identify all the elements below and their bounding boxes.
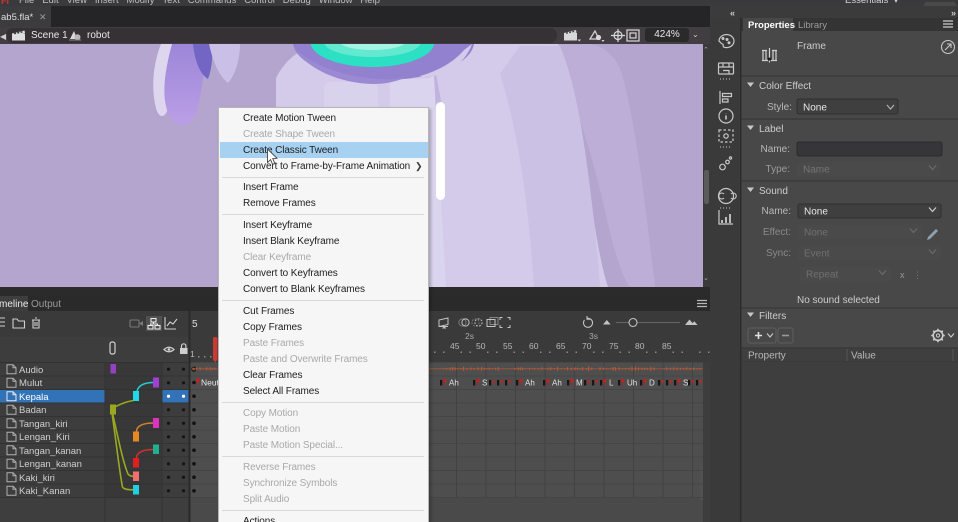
svg-text:Output: Output: [31, 299, 61, 310]
svg-text:Sound: Sound: [759, 186, 788, 197]
svg-text:Tangan_kanan: Tangan_kanan: [19, 446, 81, 457]
svg-text:Mulut: Mulut: [19, 378, 43, 389]
svg-text:None: None: [803, 103, 827, 114]
svg-text:None: None: [804, 207, 828, 218]
svg-text:70: 70: [582, 341, 592, 351]
svg-text:Ah: Ah: [552, 379, 562, 388]
svg-text:Filters: Filters: [759, 311, 786, 322]
svg-text:None: None: [804, 228, 828, 239]
svg-text:Type:: Type:: [766, 164, 790, 175]
svg-text:Tangan_kiri: Tangan_kiri: [19, 419, 68, 430]
svg-text:3s: 3s: [589, 331, 598, 341]
svg-text:Event: Event: [804, 249, 830, 260]
svg-text:80: 80: [635, 341, 645, 351]
svg-text:Color Effect: Color Effect: [759, 81, 811, 92]
svg-text:Name:: Name:: [762, 206, 791, 217]
svg-text:Lengan_Kiri: Lengan_Kiri: [19, 432, 70, 443]
svg-text:Name:: Name:: [761, 144, 790, 155]
svg-text:Audio: Audio: [19, 365, 43, 376]
svg-text:60: 60: [529, 341, 539, 351]
svg-text:5: 5: [192, 319, 198, 330]
svg-text:2s: 2s: [465, 331, 474, 341]
svg-text:M: M: [576, 379, 583, 388]
svg-text:Property: Property: [748, 351, 786, 362]
svg-text:Style:: Style:: [767, 102, 792, 113]
svg-text:75: 75: [609, 341, 619, 351]
svg-text:⋮: ⋮: [913, 270, 922, 280]
svg-text:»: »: [951, 8, 956, 18]
svg-text:S: S: [482, 379, 487, 388]
svg-text:55: 55: [503, 341, 513, 351]
svg-text:Lengan_kanan: Lengan_kanan: [19, 459, 82, 470]
svg-text:Kepala: Kepala: [19, 392, 49, 403]
svg-text:Value: Value: [851, 351, 876, 362]
svg-text:Name: Name: [803, 165, 830, 176]
svg-text:S: S: [683, 379, 688, 388]
svg-text:Kaki_Kanan: Kaki_Kanan: [19, 486, 70, 497]
svg-text:Label: Label: [759, 124, 783, 135]
svg-text:L: L: [609, 379, 614, 388]
svg-text:Uh: Uh: [627, 379, 637, 388]
svg-text:Repeat: Repeat: [806, 270, 838, 281]
svg-text:Ah: Ah: [525, 379, 535, 388]
svg-text:85: 85: [662, 341, 672, 351]
svg-text:Kaki_kiri: Kaki_kiri: [19, 473, 55, 484]
svg-text:Library: Library: [798, 20, 827, 31]
svg-text:Badan: Badan: [19, 405, 46, 416]
svg-text:meline: meline: [0, 299, 29, 310]
svg-text:65: 65: [556, 341, 566, 351]
svg-text:Effect:: Effect:: [763, 227, 791, 238]
svg-text:«: «: [730, 8, 735, 18]
svg-text:Ah: Ah: [449, 379, 459, 388]
svg-text:D: D: [649, 379, 655, 388]
svg-text:Properties: Properties: [748, 20, 795, 31]
svg-text:1: 1: [190, 349, 195, 359]
svg-text:Sync:: Sync:: [766, 248, 791, 259]
svg-text:50: 50: [476, 341, 486, 351]
svg-text:45: 45: [450, 341, 460, 351]
svg-text:Frame: Frame: [797, 41, 826, 52]
svg-text:No sound selected: No sound selected: [797, 295, 880, 306]
svg-text:x: x: [900, 270, 905, 280]
